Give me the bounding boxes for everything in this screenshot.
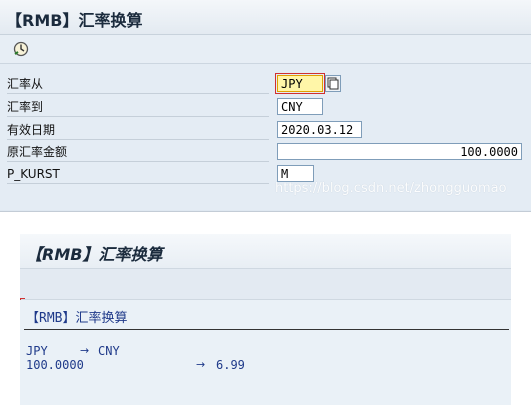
arrow-icon: → [196,358,206,371]
result-title-bar: 【RMB】汇率换算 [20,234,511,269]
result-page-title: 【RMB】汇率换算 [26,245,163,264]
field-row-valid-date: 有效日期 2020.03.12 [0,120,531,141]
kurst-input[interactable]: M [277,165,314,182]
application-toolbar [0,35,531,64]
amount-input[interactable]: 100.0000 [277,143,522,160]
selection-screen: 【RMB】汇率换算 汇率从 JPY 汇率到 CNY 有效日期 2020.03.1… [0,0,531,212]
rate-to-input[interactable]: CNY [277,98,323,115]
field-label: 汇率到 [7,99,269,117]
value-help-icon [327,77,339,90]
page-title: 【RMB】汇率换算 [6,11,143,30]
field-label: 汇率从 [7,76,269,94]
field-row-rate-from: 汇率从 JPY [0,73,531,95]
list-separator [24,329,509,330]
field-label: P_KURST [7,166,269,184]
valid-date-input[interactable]: 2020.03.12 [277,121,362,138]
result-screen: 【RMB】汇率换算 【RMB】汇率换算 JPY → CNY 100.0000 →… [20,234,511,405]
to-currency: CNY [98,344,120,358]
result-list: 【RMB】汇率换算 JPY → CNY 100.0000 → 6.99 [20,300,511,405]
source-amount: 100.0000 [26,358,84,372]
field-label: 有效日期 [7,122,269,140]
converted-amount: 6.99 [216,358,245,372]
value-help-button[interactable] [325,75,341,92]
arrow-icon: → [80,344,90,357]
watermark: https://blog.csdn.net/zhongguomao [275,181,507,196]
field-row-rate-to: 汇率到 CNY [0,97,531,118]
field-label: 原汇率金额 [7,144,269,162]
list-title: 【RMB】汇率换算 [26,311,128,326]
field-row-amount: 原汇率金额 100.0000 [0,142,531,163]
rate-from-input[interactable]: JPY [275,73,325,94]
from-currency: JPY [26,344,48,358]
clock-execute-icon[interactable] [12,40,30,58]
title-bar: 【RMB】汇率换算 [0,0,531,35]
result-toolbar [20,269,511,300]
